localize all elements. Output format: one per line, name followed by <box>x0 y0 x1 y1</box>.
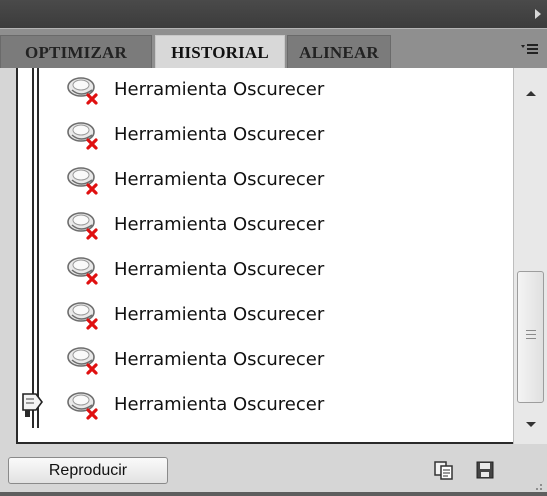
history-state-item[interactable]: Herramienta Oscurecer <box>18 203 515 248</box>
burn-tool-icon <box>66 391 104 421</box>
burn-tool-icon <box>66 211 104 241</box>
history-panel-content: Herramienta Oscurecer Herramienta Oscure… <box>0 68 547 448</box>
tab-bar: OPTIMIZAR HISTORIAL ALINEAR <box>0 28 547 70</box>
history-state-item[interactable]: Herramienta Oscurecer <box>18 338 515 383</box>
scroll-up-arrow-icon[interactable] <box>514 78 547 108</box>
history-state-label: Herramienta Oscurecer <box>114 394 325 415</box>
history-state-item[interactable]: Herramienta Oscurecer <box>18 248 515 293</box>
panel-footer: Reproducir <box>0 448 547 492</box>
vertical-scrollbar[interactable] <box>513 68 547 444</box>
tab-historial[interactable]: HISTORIAL <box>155 35 285 70</box>
history-state-label: Herramienta Oscurecer <box>114 304 325 325</box>
collapse-arrow-icon[interactable] <box>535 9 541 19</box>
history-state-item[interactable]: Herramienta Oscurecer <box>18 293 515 338</box>
history-brush-icon[interactable] <box>20 388 48 418</box>
history-state-label: Herramienta Oscurecer <box>114 124 325 145</box>
burn-tool-icon <box>66 256 104 286</box>
history-state-item[interactable]: Herramienta Oscurecer <box>18 383 515 428</box>
history-state-item[interactable]: Herramienta Oscurecer <box>18 68 515 113</box>
burn-tool-icon <box>66 346 104 376</box>
save-icon[interactable] <box>474 459 496 481</box>
resize-grip-icon[interactable] <box>533 478 543 490</box>
panel-menu-icon[interactable] <box>521 43 539 57</box>
tab-alinear[interactable]: ALINEAR <box>287 35 391 69</box>
history-state-item[interactable]: Herramienta Oscurecer <box>18 113 515 158</box>
scroll-down-arrow-icon[interactable] <box>514 410 547 440</box>
history-state-label: Herramienta Oscurecer <box>114 169 325 190</box>
burn-tool-icon <box>66 121 104 151</box>
panel-title-bar <box>0 0 547 28</box>
burn-tool-icon <box>66 76 104 106</box>
history-state-label: Herramienta Oscurecer <box>114 214 325 235</box>
burn-tool-icon <box>66 166 104 196</box>
tab-optimizar[interactable]: OPTIMIZAR <box>0 35 152 69</box>
history-state-label: Herramienta Oscurecer <box>114 259 325 280</box>
history-list[interactable]: Herramienta Oscurecer Herramienta Oscure… <box>16 68 516 444</box>
copy-icon[interactable] <box>433 459 455 481</box>
history-state-item[interactable]: Herramienta Oscurecer <box>18 158 515 203</box>
scroll-thumb[interactable] <box>517 271 544 403</box>
burn-tool-icon <box>66 301 104 331</box>
play-button[interactable]: Reproducir <box>8 457 168 484</box>
history-state-label: Herramienta Oscurecer <box>114 349 325 370</box>
history-state-label: Herramienta Oscurecer <box>114 79 325 100</box>
